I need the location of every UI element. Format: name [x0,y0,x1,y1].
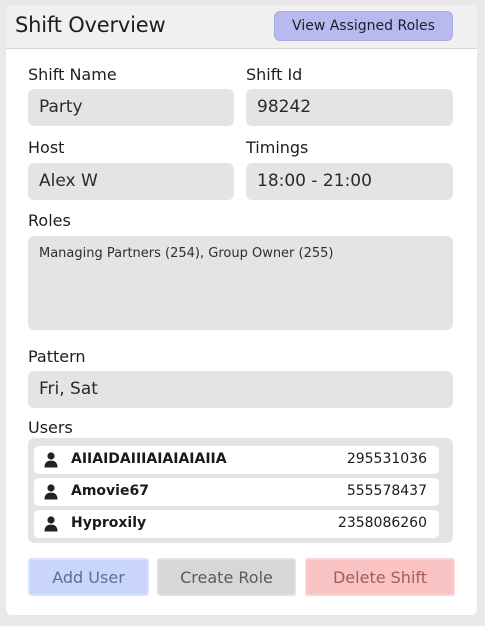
timings-field[interactable]: 18:00 - 21:00 [246,163,453,200]
panel-header: Shift Overview View Assigned Roles [6,5,477,49]
host-label: Host [28,138,65,157]
shift-id-field[interactable]: 98242 [246,89,453,126]
delete-shift-button[interactable]: Delete Shift [305,558,455,596]
shift-overview-panel: Shift Overview View Assigned Roles Shift… [6,5,477,615]
user-id: 555578437 [346,483,427,499]
users-label: Users [28,418,73,437]
user-icon [44,516,58,532]
user-row[interactable]: AIIAIDAIIIAIAIAIAIIA 295531036 [34,446,439,474]
user-id: 2358086260 [337,515,427,531]
users-list[interactable]: AIIAIDAIIIAIAIAIAIIA 295531036 Amovie67 … [28,438,453,543]
shift-name-label: Shift Name [28,65,117,84]
user-row[interactable]: Hyproxily 2358086260 [34,510,439,538]
roles-textarea[interactable]: Managing Partners (254), Group Owner (25… [28,236,453,330]
roles-label: Roles [28,211,71,230]
add-user-button[interactable]: Add User [28,558,149,596]
host-field[interactable]: Alex W [28,163,234,200]
user-row[interactable]: Amovie67 555578437 [34,478,439,506]
user-name: AIIAIDAIIIAIAIAIAIIA [71,451,227,467]
pattern-label: Pattern [28,347,86,366]
page-title: Shift Overview [15,13,166,37]
user-id: 295531036 [346,451,427,467]
shift-name-field[interactable]: Party [28,89,234,126]
user-icon [44,484,58,500]
create-role-button[interactable]: Create Role [157,558,296,596]
user-name: Amovie67 [71,483,149,499]
pattern-field[interactable]: Fri, Sat [28,371,453,408]
user-name: Hyproxily [71,515,147,531]
view-assigned-roles-button[interactable]: View Assigned Roles [274,11,453,41]
shift-id-label: Shift Id [246,65,303,84]
timings-label: Timings [246,138,309,157]
user-icon [44,452,58,468]
